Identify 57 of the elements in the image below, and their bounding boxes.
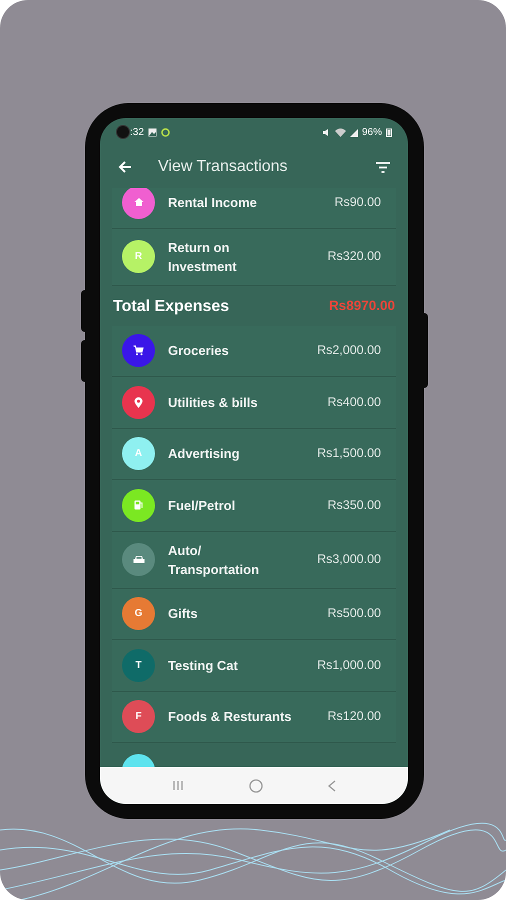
amount: Rs2,000.00 — [317, 342, 382, 360]
transaction-row[interactable]: F Foods & Resturants Rs120.00 — [112, 692, 396, 743]
battery-percent: 96% — [362, 126, 382, 140]
category-name: Rental Income — [168, 194, 258, 212]
amount: Rs400.00 — [327, 394, 382, 411]
avatar-letter: R — [134, 250, 142, 264]
mute-icon — [322, 128, 331, 136]
home-circle-icon[interactable] — [248, 778, 263, 792]
amount: Rs320.00 — [327, 248, 382, 266]
transaction-row[interactable]: R Return on Investment Rs320.00 — [112, 228, 396, 286]
transaction-row[interactable]: A Advertising Rs1,500.00 — [112, 428, 396, 480]
car-icon — [132, 555, 144, 564]
transaction-row[interactable]: Groceries Rs2,000.00 — [112, 326, 396, 377]
category-name: Utilities & bills — [168, 394, 259, 412]
transaction-row[interactable]: T Testing Cat Rs1,000.00 — [112, 640, 396, 692]
wifi-icon — [334, 128, 346, 136]
amount: Rs500.00 — [327, 605, 382, 622]
avatar-letter: G — [134, 607, 142, 622]
amount: Rs90.00 — [334, 194, 382, 211]
transaction-row[interactable]: Rental Income Rs90.00 — [112, 188, 396, 228]
avatar-letter: F — [135, 710, 142, 724]
total-amount: Rs8970.00 — [328, 297, 395, 316]
category-name: Advertising — [168, 445, 241, 464]
transaction-row[interactable]: Utilities & bills Rs400.00 — [112, 377, 396, 428]
category-name: Groceries — [168, 342, 230, 360]
category-name: Gifts — [168, 605, 199, 624]
house-icon — [134, 197, 144, 208]
back-arrow-icon — [118, 161, 132, 173]
category-name: Fuel/Petrol — [168, 496, 236, 515]
battery-icon — [386, 128, 392, 136]
recent-apps-icon[interactable] — [172, 780, 184, 791]
cart-icon — [133, 345, 144, 356]
category-name: Foods & Resturants — [168, 708, 293, 726]
section-title: Total Expenses — [113, 296, 230, 316]
pin-icon — [134, 396, 143, 408]
amount: Rs350.00 — [327, 496, 382, 514]
fuel-pump-icon — [134, 500, 143, 510]
amount: Rs1,500.00 — [317, 445, 382, 462]
transaction-row[interactable]: Fuel/Petrol Rs350.00 — [112, 480, 396, 532]
avatar-letter: A — [134, 447, 142, 462]
avatar-letter: T — [135, 658, 142, 673]
category-name: Return on Investment — [168, 238, 238, 276]
signal-icon — [350, 128, 358, 136]
category-name: Testing Cat — [168, 656, 239, 675]
amount: Rs1,000.00 — [317, 656, 382, 674]
gallery-icon — [148, 128, 157, 136]
amount: Rs120.00 — [327, 708, 382, 726]
amount: Rs3,000.00 — [317, 551, 382, 568]
transaction-row[interactable]: Auto/ Transportation Rs3,000.00 — [112, 532, 396, 588]
transaction-row[interactable]: G Gifts Rs500.00 — [112, 588, 396, 640]
category-name: Auto/ Transportation — [168, 542, 260, 578]
back-chevron-icon[interactable] — [328, 780, 336, 792]
screen-title: View Transactions — [158, 157, 289, 177]
circle-icon — [160, 128, 170, 136]
camera-hole — [116, 125, 130, 139]
status-time: :32 — [130, 126, 144, 140]
filter-icon — [376, 162, 390, 172]
